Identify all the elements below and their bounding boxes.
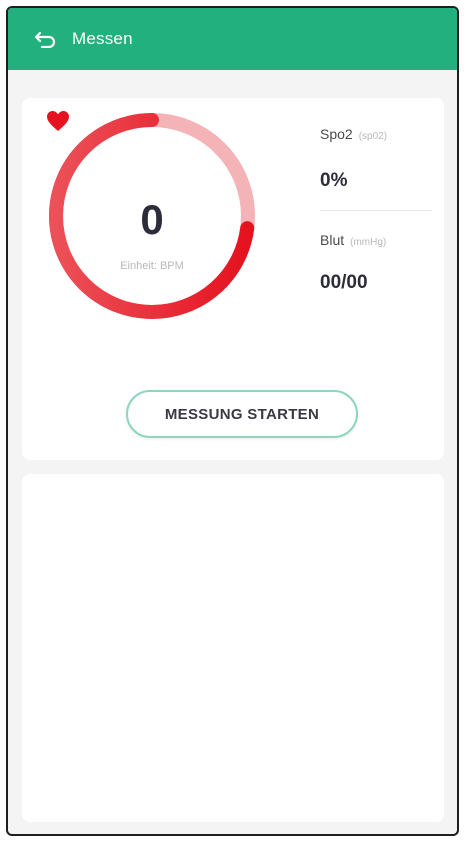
history-panel [22,474,444,822]
heart-icon [47,111,69,131]
spo2-value: 0% [320,170,348,191]
heart-rate-unit: Einheit: BPM [120,260,184,272]
heart-rate-value: 0 [140,196,164,243]
spo2-unit: (sp02) [358,131,388,142]
spo2-label-text: Spo2 [320,126,353,142]
back-arrow-icon [34,31,56,48]
blood-unit: (mmHg) [350,237,387,248]
metric-divider [320,210,432,211]
start-measurement-button[interactable]: MESSUNG STARTEN [126,390,358,438]
blood-label: Blut (mmHg) [320,232,386,248]
page-title: Messen [72,29,133,48]
phone-frame: Messen 0 Einheit: BPM Spo2 (sp02) 0% Blu… [6,6,459,836]
spo2-label: Spo2 (sp02) [320,126,387,142]
blood-label-text: Blut [320,232,345,248]
top-bar: Messen [8,8,457,70]
back-button[interactable] [32,26,58,52]
heart-rate-gauge: 0 Einheit: BPM [46,110,258,322]
blood-value: 00/00 [320,272,368,293]
measurement-card: 0 Einheit: BPM Spo2 (sp02) 0% Blut (mmHg) … [22,98,444,460]
